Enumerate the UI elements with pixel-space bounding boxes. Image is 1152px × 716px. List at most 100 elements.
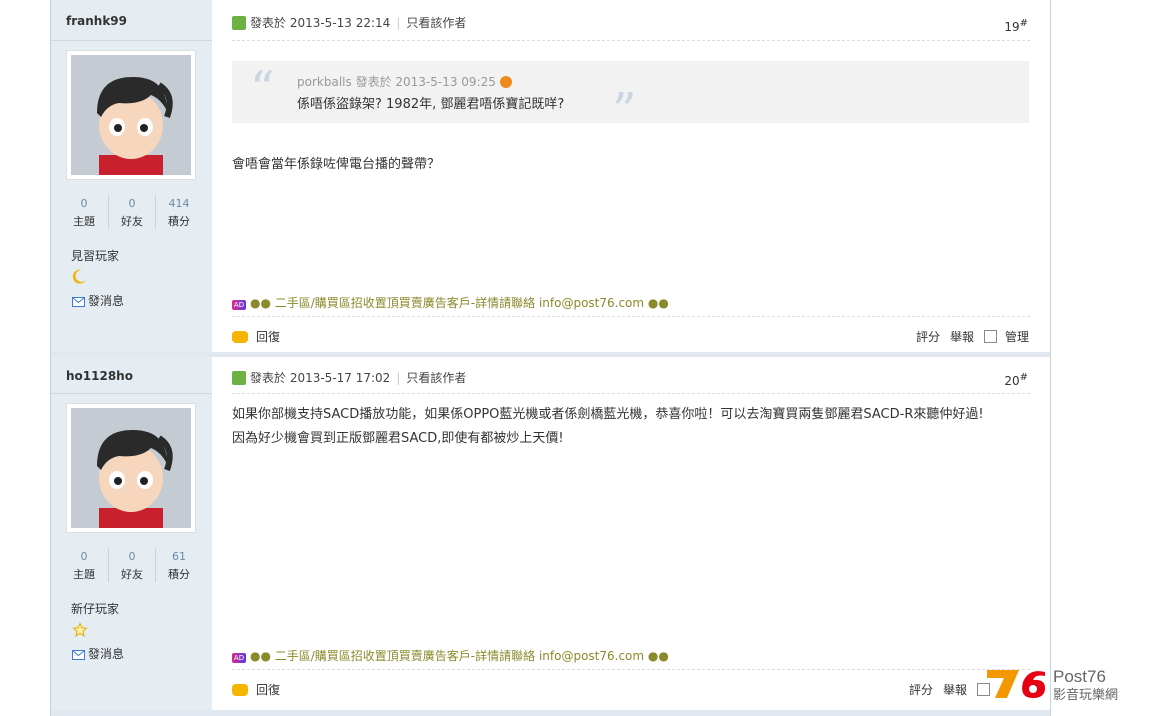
post-content: 發表於 2013-5-13 22:14 | 只看該作者 19# “ porkball…: [212, 0, 1050, 352]
divider: [232, 393, 1030, 394]
quote-header: porkballs 發表於 2013-5-13 09:25: [297, 73, 512, 90]
stat-label: 好友: [121, 215, 143, 228]
ad-text: ●● 二手區/購買區招收置頂買賣廣告客戶-詳情請聯絡 info@post76.c…: [250, 649, 669, 663]
quote-time: 發表於 2013-5-13 09:25: [355, 75, 496, 89]
post76-logo: Post76 影音玩樂網: [985, 664, 1145, 704]
post-separator: [51, 710, 1050, 716]
send-message-label: 發消息: [88, 647, 125, 661]
post-body-line: 因為好少機會買到正版鄧麗君SACD,即使有都被炒上天價!: [232, 431, 564, 446]
floor-number-link[interactable]: 19#: [1004, 18, 1028, 34]
author-sidebar: ho1128ho 0 主題 0 好友 61 積分 新仔玩家 發消息: [51, 357, 212, 710]
post-time: 發表於 2013-5-13 22:14: [250, 16, 391, 30]
ad-link[interactable]: AD ●● 二手區/購買區招收置頂買賣廣告客戶-詳情請聯絡 info@post76…: [232, 294, 669, 311]
ad-icon: AD: [232, 653, 246, 663]
stat-label: 主題: [73, 568, 95, 581]
floor-mark: #: [1019, 18, 1028, 29]
moon-icon: [72, 269, 86, 284]
stat-value: 0: [80, 550, 88, 563]
author-username[interactable]: ho1128ho: [66, 369, 133, 383]
stat-label: 積分: [168, 215, 190, 228]
reply-bubble-icon: [232, 684, 248, 696]
reply-button[interactable]: 回復: [232, 681, 280, 698]
post-tools: 評分 舉報 管理: [906, 328, 1029, 345]
meta-separator: |: [396, 16, 401, 30]
star-icon: [72, 622, 88, 637]
quote-text: 係唔係盜錄架? 1982年, 鄧麗君唔係寶記既咩?: [297, 97, 565, 112]
stat-label: 積分: [168, 568, 190, 581]
reply-button[interactable]: 回復: [232, 328, 280, 345]
avatar[interactable]: [66, 50, 196, 180]
quote-block: “ porkballs 發表於 2013-5-13 09:25 係唔係盜錄架? …: [232, 61, 1029, 139]
stat-points[interactable]: 414 積分: [156, 195, 202, 231]
manage-checkbox[interactable]: [983, 330, 997, 343]
thread-container: franhk99 0 主題 0 好友 414 積分 見習玩家 發消息 發表於 2…: [50, 0, 1051, 716]
rate-link[interactable]: 評分: [916, 330, 940, 344]
divider: [232, 316, 1030, 317]
author-stats: 0 主題 0 好友 61 積分: [61, 548, 201, 584]
envelope-icon: [72, 297, 85, 307]
post-content: 發表於 2013-5-17 17:02 | 只看該作者 20# 如果你部機支持SAC…: [212, 357, 1050, 710]
quote-author[interactable]: porkballs: [297, 75, 352, 89]
stat-label: 主題: [73, 215, 95, 228]
floor-number-link[interactable]: 20#: [1004, 372, 1028, 388]
reply-label: 回復: [256, 330, 281, 344]
rate-link[interactable]: 評分: [909, 683, 933, 697]
stat-threads[interactable]: 0 主題: [61, 548, 107, 584]
meta-separator: |: [396, 371, 401, 385]
close-quote-icon: ”: [612, 83, 637, 139]
post-20: ho1128ho 0 主題 0 好友 61 積分 新仔玩家 發消息 發表於 20…: [51, 357, 1050, 710]
post-meta: 發表於 2013-5-13 22:14 | 只看該作者: [232, 14, 466, 32]
stat-value: 0: [128, 550, 136, 563]
online-status-icon: [232, 16, 246, 30]
stat-label: 好友: [121, 568, 143, 581]
floor-number: 20: [1004, 374, 1020, 388]
stat-friends[interactable]: 0 好友: [109, 548, 155, 584]
divider: [51, 40, 212, 41]
divider: [232, 40, 1030, 41]
logo-brand: Post76: [1053, 667, 1106, 686]
post-body: 會唔會當年係錄咗俾電台播的聲帶？: [232, 153, 1032, 177]
author-only-link[interactable]: 只看該作者: [406, 371, 466, 385]
author-username[interactable]: franhk99: [66, 14, 127, 28]
reply-bubble-icon: [232, 331, 248, 343]
author-only-link[interactable]: 只看該作者: [406, 16, 466, 30]
post-time: 發表於 2013-5-17 17:02: [250, 371, 391, 385]
report-link[interactable]: 舉報: [950, 330, 974, 344]
stat-value: 414: [168, 197, 190, 210]
send-message-label: 發消息: [88, 294, 125, 308]
user-rank[interactable]: 見習玩家: [71, 247, 119, 264]
stat-threads[interactable]: 0 主題: [61, 195, 107, 231]
user-rank[interactable]: 新仔玩家: [71, 600, 119, 617]
jump-to-post-icon[interactable]: [499, 76, 512, 88]
post-19: franhk99 0 主題 0 好友 414 積分 見習玩家 發消息 發表於 2…: [51, 0, 1050, 352]
post-body: 如果你部機支持SACD播放功能，如果係OPPO藍光機或者係劍橋藍光機，恭喜你啦！…: [232, 403, 1032, 451]
report-link[interactable]: 舉報: [943, 683, 967, 697]
author-sidebar: franhk99 0 主題 0 好友 414 積分 見習玩家 發消息: [51, 0, 212, 352]
author-stats: 0 主題 0 好友 414 積分: [61, 195, 201, 231]
ad-icon: AD: [232, 300, 246, 310]
send-message-link[interactable]: 發消息: [72, 645, 124, 662]
send-message-link[interactable]: 發消息: [72, 292, 124, 309]
logo-tagline: 影音玩樂網: [1053, 687, 1118, 703]
ad-link[interactable]: AD ●● 二手區/購買區招收置頂買賣廣告客戶-詳情請聯絡 info@post76…: [232, 647, 669, 664]
floor-mark: #: [1019, 372, 1028, 383]
avatar[interactable]: [66, 403, 196, 533]
post-meta: 發表於 2013-5-17 17:02 | 只看該作者: [232, 369, 466, 387]
post-tools: 評分 舉報: [899, 681, 998, 698]
envelope-icon: [72, 650, 85, 660]
online-status-icon: [232, 371, 246, 385]
stat-value: 61: [172, 550, 186, 563]
stat-value: 0: [128, 197, 136, 210]
post-body-line: 如果你部機支持SACD播放功能，如果係OPPO藍光機或者係劍橋藍光機，恭喜你啦！…: [232, 407, 984, 422]
manage-label[interactable]: 管理: [1005, 330, 1029, 344]
stat-friends[interactable]: 0 好友: [109, 195, 155, 231]
post-body-line: 會唔會當年係錄咗俾電台播的聲帶？: [232, 157, 441, 172]
stat-value: 0: [80, 197, 88, 210]
divider: [51, 393, 212, 394]
reply-label: 回復: [256, 683, 281, 697]
ad-text: ●● 二手區/購買區招收置頂買賣廣告客戶-詳情請聯絡 info@post76.c…: [250, 296, 669, 310]
stat-points[interactable]: 61 積分: [156, 548, 202, 584]
floor-number: 19: [1004, 20, 1020, 34]
divider: [232, 669, 1030, 670]
open-quote-icon: “: [250, 61, 275, 117]
